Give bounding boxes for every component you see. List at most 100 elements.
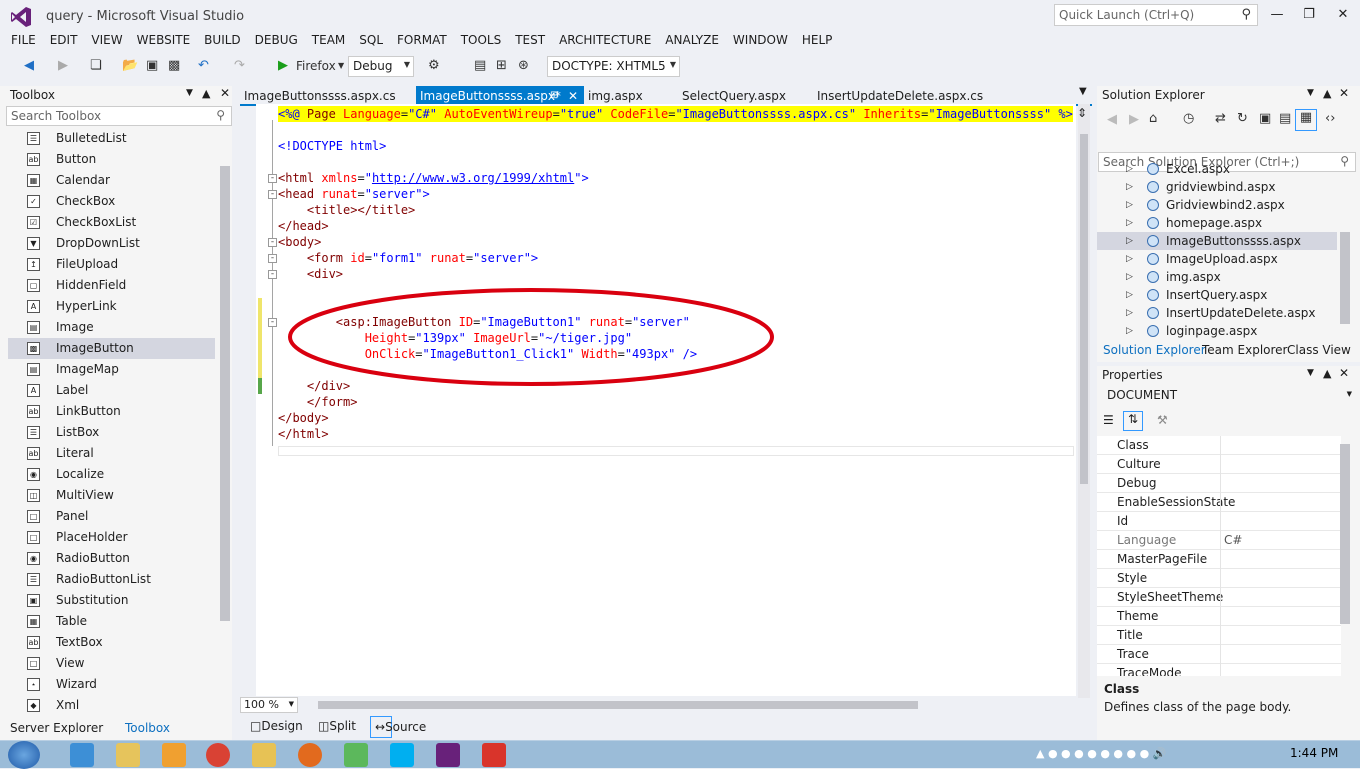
- save-all-icon[interactable]: ▩: [168, 57, 180, 75]
- tab-imagebuttonssss-aspx[interactable]: ImageButtonssss.aspx* ⊞ ✕: [416, 86, 584, 106]
- design-tab[interactable]: □ Design: [250, 717, 303, 735]
- split-icon[interactable]: ⇕: [1077, 106, 1087, 120]
- tab-img-aspx[interactable]: img.aspx: [584, 86, 647, 106]
- menu-file[interactable]: FILE: [0, 32, 36, 48]
- quick-launch-input[interactable]: Quick Launch (Ctrl+Q) ⚲: [1054, 4, 1258, 26]
- file-explorer-icon[interactable]: [116, 743, 140, 767]
- menu-sql[interactable]: SQL: [348, 32, 383, 48]
- toolbox-item[interactable]: ▣ Substitution: [8, 590, 215, 611]
- firefox-icon[interactable]: [298, 743, 322, 767]
- collapse-div-icon[interactable]: -: [268, 270, 277, 279]
- wrench-icon[interactable]: ⚒: [1157, 413, 1168, 427]
- solution-item[interactable]: ▷ InsertQuery.aspx: [1097, 286, 1337, 304]
- history-icon[interactable]: ◷: [1183, 111, 1194, 126]
- toolbox-item[interactable]: ▤ Image: [8, 317, 215, 338]
- toolbox-item[interactable]: ▢ HiddenField: [8, 275, 215, 296]
- refresh-icon[interactable]: ↻: [1237, 111, 1248, 126]
- collapse-html-icon[interactable]: -: [268, 174, 277, 183]
- categorized-icon[interactable]: ☰: [1103, 413, 1114, 427]
- pin-icon[interactable]: ▲: [1323, 367, 1331, 380]
- pin-icon[interactable]: ▲: [202, 87, 210, 100]
- toolbox-item[interactable]: ◆ Xml: [8, 695, 215, 716]
- property-row[interactable]: Class: [1097, 436, 1341, 455]
- property-row[interactable]: Style: [1097, 569, 1341, 588]
- collapse-imagebutton-icon[interactable]: -: [268, 318, 277, 327]
- visual-studio-taskbar-icon[interactable]: [436, 743, 460, 767]
- forward-icon[interactable]: ▶: [1129, 112, 1139, 127]
- solution-item[interactable]: ▷ Excel.aspx: [1097, 160, 1337, 178]
- save-icon[interactable]: ▣: [146, 57, 158, 75]
- property-row[interactable]: Language C#: [1097, 531, 1341, 550]
- chevron-down-icon[interactable]: ▼: [1307, 88, 1314, 98]
- expand-arrow-icon[interactable]: ▷: [1126, 268, 1133, 286]
- collapse-head-icon[interactable]: -: [268, 190, 277, 199]
- solution-item[interactable]: ▷ homepage.aspx: [1097, 214, 1337, 232]
- home-icon[interactable]: ⌂: [1149, 111, 1157, 126]
- menu-analyze[interactable]: ANALYZE: [654, 32, 719, 48]
- menu-view[interactable]: VIEW: [80, 32, 122, 48]
- property-row[interactable]: Culture: [1097, 455, 1341, 474]
- menu-format[interactable]: FORMAT: [386, 32, 447, 48]
- property-row[interactable]: Theme: [1097, 607, 1341, 626]
- expand-arrow-icon[interactable]: ▷: [1126, 178, 1133, 196]
- page-icon[interactable]: ▤: [474, 57, 486, 75]
- expand-arrow-icon[interactable]: ▷: [1126, 304, 1133, 322]
- menu-debug[interactable]: DEBUG: [244, 32, 298, 48]
- menu-edit[interactable]: EDIT: [39, 32, 78, 48]
- sync-icon[interactable]: ⇄: [1215, 111, 1226, 126]
- forward-icon[interactable]: ▶: [58, 57, 68, 75]
- internet-explorer-icon[interactable]: [70, 743, 94, 767]
- validation-icon[interactable]: ⊛: [518, 57, 529, 75]
- tab-selectquery-aspx[interactable]: SelectQuery.aspx: [678, 86, 790, 106]
- toolbox-item[interactable]: □ View: [8, 653, 215, 674]
- alphabetical-icon[interactable]: ⇅: [1123, 411, 1143, 431]
- toolbox-item[interactable]: ab TextBox: [8, 632, 215, 653]
- close-icon[interactable]: ✕: [568, 86, 578, 106]
- solution-item[interactable]: ▷ gridviewbind.aspx: [1097, 178, 1337, 196]
- property-row[interactable]: MasterPageFile: [1097, 550, 1341, 569]
- xmlns-link[interactable]: http://www.w3.org/1999/xhtml: [372, 171, 574, 185]
- close-button[interactable]: ✕: [1328, 4, 1358, 26]
- toolbox-item[interactable]: A HyperLink: [8, 296, 215, 317]
- toolbox-item[interactable]: ▦ Calendar: [8, 170, 215, 191]
- chrome-icon[interactable]: [206, 743, 230, 767]
- doctype-select[interactable]: DOCTYPE: XHTML5 ▼: [547, 56, 680, 77]
- toolbox-item[interactable]: ▼ DropDownList: [8, 233, 215, 254]
- expand-arrow-icon[interactable]: ▷: [1126, 196, 1133, 214]
- toolbox-item[interactable]: ▩ ImageButton: [8, 338, 215, 359]
- pin-icon[interactable]: ▲: [1323, 87, 1331, 100]
- tab-overflow-icon[interactable]: ▼: [1079, 86, 1087, 97]
- scroll-thumb[interactable]: [1080, 134, 1088, 484]
- pin-icon[interactable]: ⊞: [550, 86, 558, 106]
- tab-class-view[interactable]: Class View: [1287, 341, 1351, 359]
- toolbox-search-input[interactable]: Search Toolbox ⚲: [6, 106, 232, 126]
- property-row[interactable]: Trace: [1097, 645, 1341, 664]
- collapse-body-icon[interactable]: -: [268, 238, 277, 247]
- properties-object-select[interactable]: DOCUMENT ▼: [1097, 387, 1360, 407]
- menu-team[interactable]: TEAM: [301, 32, 345, 48]
- code-view-icon[interactable]: ‹›: [1325, 111, 1335, 126]
- tab-imagebuttonssss-cs[interactable]: ImageButtonssss.aspx.cs: [240, 86, 400, 106]
- close-icon[interactable]: ✕: [220, 86, 230, 100]
- toolbox-item[interactable]: A Label: [8, 380, 215, 401]
- property-row[interactable]: TraceMode: [1097, 664, 1341, 676]
- expand-arrow-icon[interactable]: ▷: [1126, 322, 1133, 340]
- toolbox-item[interactable]: ☑ CheckBoxList: [8, 212, 215, 233]
- split-tab[interactable]: ◫ Split: [318, 717, 356, 735]
- menu-architecture[interactable]: ARCHITECTURE: [548, 32, 651, 48]
- clock[interactable]: 1:44 PM: [1290, 746, 1338, 760]
- tab-toolbox[interactable]: Toolbox: [125, 719, 170, 737]
- tab-insertupdatedelete-cs[interactable]: InsertUpdateDelete.aspx.cs: [813, 86, 987, 106]
- menu-build[interactable]: BUILD: [193, 32, 240, 48]
- back-icon[interactable]: ◀: [24, 57, 34, 75]
- horizontal-scroll-thumb[interactable]: [318, 701, 918, 709]
- property-value[interactable]: C#: [1224, 531, 1242, 550]
- properties-scrollbar[interactable]: [1340, 444, 1350, 624]
- start-button[interactable]: [8, 741, 40, 769]
- redo-icon[interactable]: ↷: [234, 57, 245, 75]
- menu-test[interactable]: TEST: [504, 32, 545, 48]
- chevron-down-icon[interactable]: ▼: [186, 88, 193, 98]
- skype-icon[interactable]: [390, 743, 414, 767]
- app-icon[interactable]: [252, 743, 276, 767]
- undo-icon[interactable]: ↶: [198, 57, 209, 75]
